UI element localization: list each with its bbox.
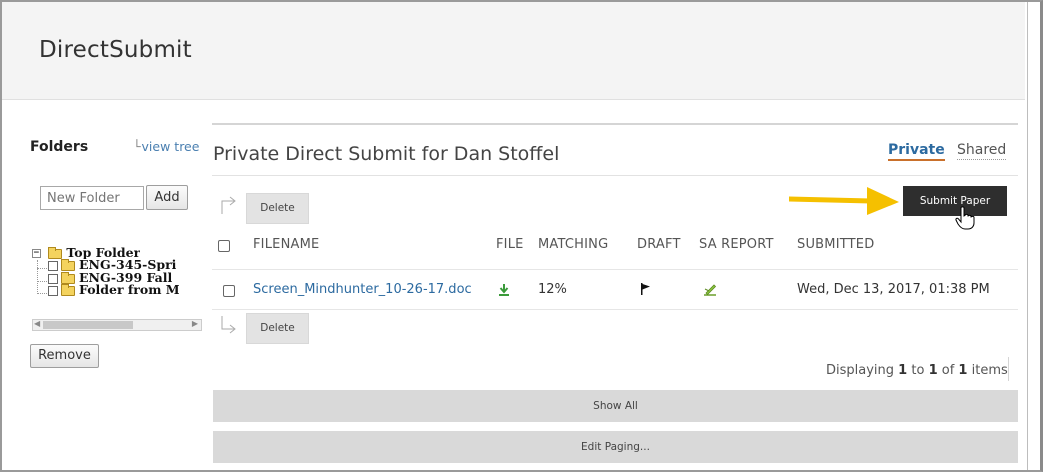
tree-connector — [37, 281, 47, 282]
view-tree-link[interactable]: └view tree — [133, 139, 199, 154]
tab-private[interactable]: Private — [888, 142, 945, 161]
folders-title: Folders — [30, 139, 89, 155]
folders-sidebar: Folders └view tree Add − Top Folder ENG-… — [2, 125, 202, 470]
tree-connector — [37, 260, 38, 294]
delete-button-top[interactable]: Delete — [246, 193, 309, 224]
paging-of-word: of — [941, 363, 955, 378]
main-panel: Private Direct Submit for Dan Stoffel Pr… — [212, 123, 1018, 470]
paging-to-word: to — [911, 363, 925, 378]
folder-icon — [61, 258, 75, 271]
paging-from: 1 — [898, 363, 908, 378]
download-icon[interactable] — [498, 283, 510, 297]
paging-suffix: items — [971, 363, 1008, 378]
matching-percent[interactable]: 12% — [538, 282, 567, 297]
hand-cursor-icon — [955, 206, 975, 230]
page-title: Private Direct Submit for Dan Stoffel — [213, 143, 560, 165]
show-all-button[interactable]: Show All — [213, 390, 1018, 422]
tree-item-folder[interactable]: Folder from M — [48, 282, 180, 296]
folder-checkbox[interactable] — [48, 260, 58, 271]
annotation-arrow-icon — [789, 187, 899, 215]
panel-top-border — [212, 123, 1018, 125]
scrollbar-thumb[interactable] — [43, 321, 133, 329]
scroll-right-icon[interactable]: ▶ — [192, 319, 198, 328]
tree-connector — [37, 293, 47, 294]
new-folder-input[interactable] — [40, 186, 144, 210]
app-header: DirectSubmit — [2, 2, 1025, 100]
paging-total: 1 — [958, 363, 968, 378]
divider — [212, 269, 1018, 270]
column-header-draft[interactable]: DRAFT — [637, 237, 681, 252]
column-header-submitted[interactable]: SUBMITTED — [797, 237, 874, 252]
paging-status: Displaying 1 to 1 of 1 items — [826, 363, 1008, 378]
tree-item-folder[interactable]: ENG-345-Spri — [48, 257, 176, 271]
add-folder-button[interactable]: Add — [146, 185, 188, 210]
divider — [1008, 357, 1009, 381]
select-all-arrow-icon — [221, 316, 236, 334]
divider — [1027, 2, 1028, 470]
delete-button-bottom[interactable]: Delete — [246, 313, 309, 344]
sa-report-icon[interactable] — [703, 282, 717, 296]
tab-shared[interactable]: Shared — [957, 142, 1007, 160]
filename-link[interactable]: Screen_Mindhunter_10-26-17.doc — [253, 282, 472, 297]
folder-icon — [61, 283, 75, 296]
tree-icon: └ — [133, 139, 141, 154]
app-title: DirectSubmit — [39, 37, 192, 63]
tree-scrollbar[interactable]: ◀ ▶ — [32, 319, 202, 331]
paging-to: 1 — [928, 363, 938, 378]
paging-prefix: Displaying — [826, 363, 895, 378]
folder-checkbox[interactable] — [48, 285, 58, 296]
tree-connector — [37, 268, 47, 269]
column-header-file[interactable]: FILE — [496, 237, 524, 252]
row-checkbox[interactable] — [223, 285, 235, 297]
column-header-matching[interactable]: MATCHING — [538, 237, 608, 252]
select-all-arrow-icon — [221, 196, 236, 214]
divider — [212, 175, 1018, 176]
submitted-date: Wed, Dec 13, 2017, 01:38 PM — [797, 282, 990, 297]
tree-item-label: ENG-345-Spri — [79, 257, 177, 271]
remove-folder-button[interactable]: Remove — [30, 344, 99, 368]
scroll-left-icon[interactable]: ◀ — [34, 319, 40, 328]
column-header-sa-report[interactable]: SA REPORT — [699, 237, 774, 252]
flag-icon — [641, 283, 650, 295]
divider — [212, 309, 1018, 310]
view-tree-label: view tree — [141, 139, 200, 154]
edit-paging-button[interactable]: Edit Paging... — [213, 431, 1018, 463]
collapse-icon[interactable]: − — [32, 249, 41, 258]
column-header-filename[interactable]: FILENAME — [253, 237, 319, 252]
tree-item-label: Folder from M — [79, 282, 180, 296]
select-all-checkbox[interactable] — [218, 240, 230, 252]
